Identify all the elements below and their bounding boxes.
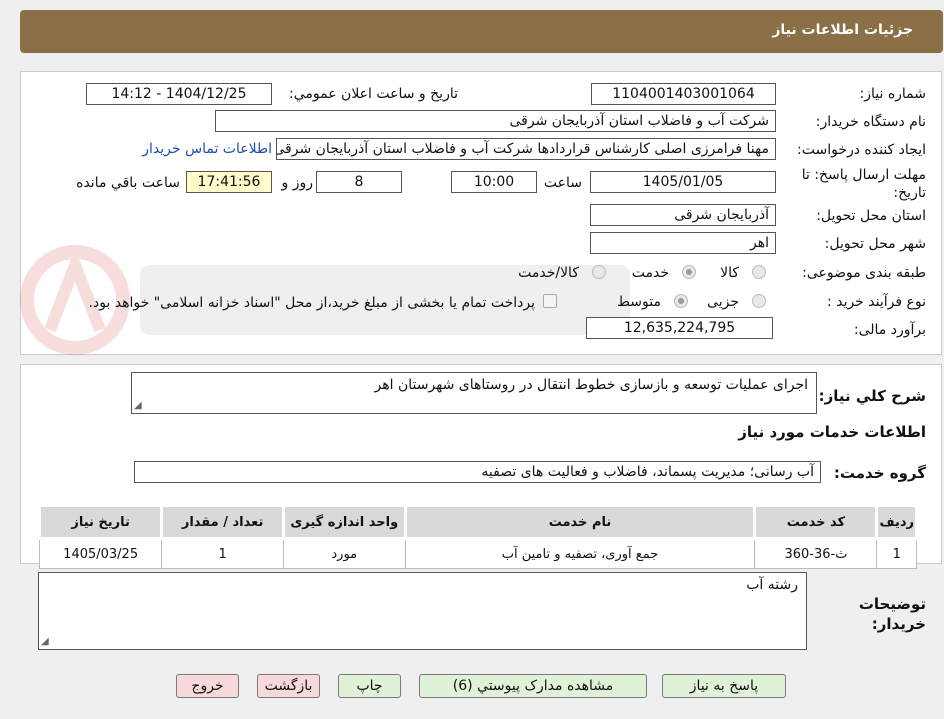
description-text: اجرای عملیات توسعه و بازسازی خطوط انتقال… [374, 377, 809, 393]
province-label: استان محل تحویل: [816, 208, 926, 224]
budget-label: برآورد مالی: [853, 322, 926, 338]
resize-grip-icon[interactable]: ◢ [41, 636, 49, 647]
deadline-label: مهلت ارسال پاسخ: تا تاریخ: [801, 167, 926, 201]
resize-grip-icon[interactable]: ◢ [134, 400, 142, 411]
col-qty-header: تعداد / مقدار [160, 504, 285, 540]
city-label: شهر محل تحویل: [824, 236, 926, 252]
cell-unit: مورد [282, 538, 406, 569]
description-label: شرح کلي نیاز: [818, 387, 926, 405]
buyer-contact-link[interactable]: اطلاعات تماس خریدار [142, 141, 272, 157]
announce-label: تاریخ و ساعت اعلان عمومي: [289, 86, 458, 102]
col-unit-header: واحد اندازه گیری [281, 504, 407, 540]
category-goods-service-radio[interactable] [592, 265, 606, 279]
buyer-org-label: نام دستگاه خریدار: [815, 114, 926, 130]
process-medium-radio[interactable] [674, 294, 688, 308]
days-field: 8 [316, 171, 402, 193]
category-goods-radio[interactable] [752, 265, 766, 279]
process-label: نوع فرآیند خرید : [827, 294, 926, 310]
treasury-payment-checkbox[interactable] [543, 294, 557, 308]
exit-button[interactable]: خروج [176, 674, 239, 698]
category-service-label: خدمت [631, 265, 669, 281]
reply-button[interactable]: پاسخ به نیاز [662, 674, 786, 698]
buyer-notes-textarea: رشته آب ◢ [38, 572, 807, 650]
service-group-field: آب رسانی؛ مدیریت پسماند، فاضلاب و فعالیت… [134, 461, 821, 483]
back-button[interactable]: بازگشت [257, 674, 320, 698]
page-header: جزئیات اطلاعات نیاز [20, 10, 943, 53]
table-row: 1 ث-36-360 جمع آوری، تصفیه و تامین آب مو… [38, 538, 917, 569]
creator-field: مهنا فرامرزی اصلی کارشناس قراردادها شرکت… [276, 138, 776, 160]
creator-label: ایجاد کننده درخواست: [797, 142, 926, 158]
cell-name: جمع آوری، تصفیه و تامین آب [404, 538, 756, 569]
print-button[interactable]: چاپ [338, 674, 401, 698]
budget-field: 12,635,224,795 [586, 317, 773, 339]
deadline-time-field: 10:00 [451, 171, 537, 193]
category-goods-service-label: کالا/خدمت [518, 265, 579, 281]
category-label: طبقه بندی موضوعی: [802, 265, 926, 281]
cell-code: ث-36-360 [754, 538, 878, 569]
remaining-time-field: 17:41:56 [186, 171, 272, 193]
need-number-field: 1104001403001064 [591, 83, 776, 105]
category-goods-label: کالا [720, 265, 739, 281]
buyer-notes-text: رشته آب [746, 577, 798, 593]
process-minor-radio[interactable] [752, 294, 766, 308]
buyer-notes-label: توضیحات خریدار: [858, 595, 926, 633]
service-group-label: گروه خدمت: [833, 464, 926, 482]
table-header-row: ردیف کد خدمت نام خدمت واحد اندازه گیری ت… [37, 504, 918, 540]
process-medium-label: متوسط [617, 294, 661, 310]
announce-field: 1404/12/25 - 14:12 [86, 83, 272, 105]
need-number-label: شماره نیاز: [859, 86, 927, 102]
col-row-header: ردیف [875, 504, 918, 540]
cell-row: 1 [876, 538, 917, 569]
remaining-label: ساعت باقي مانده [76, 175, 180, 191]
deadline-time-label: ساعت [543, 175, 582, 191]
page-title: جزئیات اطلاعات نیاز [772, 22, 913, 38]
cell-qty: 1 [161, 538, 284, 569]
treasury-payment-note: پرداخت تمام یا بخشی از مبلغ خرید،از محل … [88, 295, 535, 311]
province-field: آذربایجان شرقی [590, 204, 776, 226]
process-minor-label: جزیی [707, 294, 739, 310]
services-section-title: اطلاعات خدمات مورد نیاز [738, 423, 926, 441]
days-label: روز و [281, 175, 314, 191]
city-field: اهر [590, 232, 776, 254]
deadline-date-field: 1405/01/05 [590, 171, 776, 193]
col-name-header: نام خدمت [403, 504, 757, 540]
services-table: ردیف کد خدمت نام خدمت واحد اندازه گیری ت… [37, 504, 918, 569]
col-code-header: کد خدمت [753, 504, 879, 540]
description-textarea: اجرای عملیات توسعه و بازسازی خطوط انتقال… [131, 372, 817, 414]
cell-date: 1405/03/25 [38, 538, 163, 569]
view-attachments-button[interactable]: مشاهده مدارک پیوستي (6) [419, 674, 647, 698]
buyer-org-field: شرکت آب و فاضلاب استان آذربایجان شرقی [215, 110, 776, 132]
col-date-header: تاریخ نیاز [37, 504, 164, 540]
category-service-radio[interactable] [682, 265, 696, 279]
